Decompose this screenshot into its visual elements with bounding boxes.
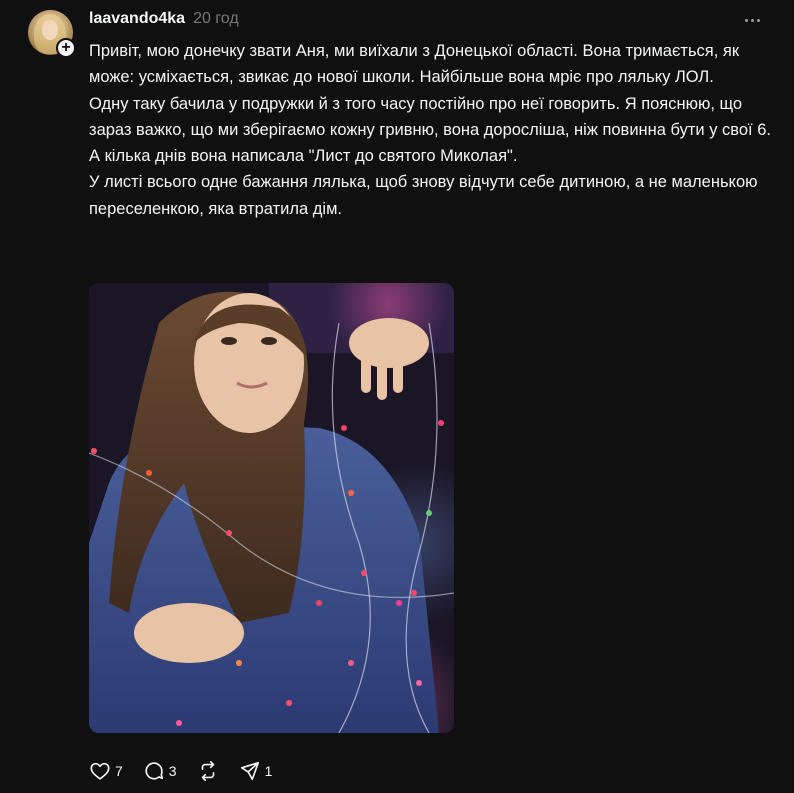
- post-paragraph: Привіт, мою донечку звати Аня, ми виїхал…: [89, 42, 740, 87]
- post-image[interactable]: [89, 283, 454, 733]
- send-icon: [240, 761, 259, 781]
- heart-icon: [90, 762, 110, 780]
- more-options-icon[interactable]: [740, 10, 764, 30]
- repost-button[interactable]: [197, 760, 219, 782]
- repost-icon: [201, 761, 214, 781]
- post-header: laavando4ka 20 год: [89, 10, 239, 32]
- photo-girl-with-fairy-lights-icon: [89, 283, 454, 733]
- post-body: Привіт, мою донечку звати Аня, ми виїхал…: [89, 38, 779, 222]
- username-link[interactable]: laavando4ka: [89, 10, 185, 28]
- share-count: 1: [264, 763, 273, 779]
- comment-icon: [145, 762, 163, 780]
- post-paragraph: У листі всього одне бажання лялька, щоб …: [89, 173, 758, 218]
- post-actions: 7 3 1: [89, 758, 292, 784]
- post-timestamp[interactable]: 20 год: [193, 10, 239, 28]
- like-count: 7: [115, 763, 123, 779]
- post-paragraph: А кілька днів вона написала "Лист до свя…: [89, 147, 518, 166]
- post-paragraph: Одну таку бачила у подружки й з того час…: [89, 94, 771, 139]
- like-button[interactable]: 7: [89, 760, 123, 782]
- follow-plus-icon[interactable]: +: [56, 38, 76, 58]
- comment-count: 3: [168, 763, 177, 779]
- thread-post: + laavando4ka 20 год Привіт, мою донечку…: [0, 0, 794, 793]
- share-button[interactable]: 1: [239, 760, 273, 782]
- comment-button[interactable]: 3: [143, 760, 177, 782]
